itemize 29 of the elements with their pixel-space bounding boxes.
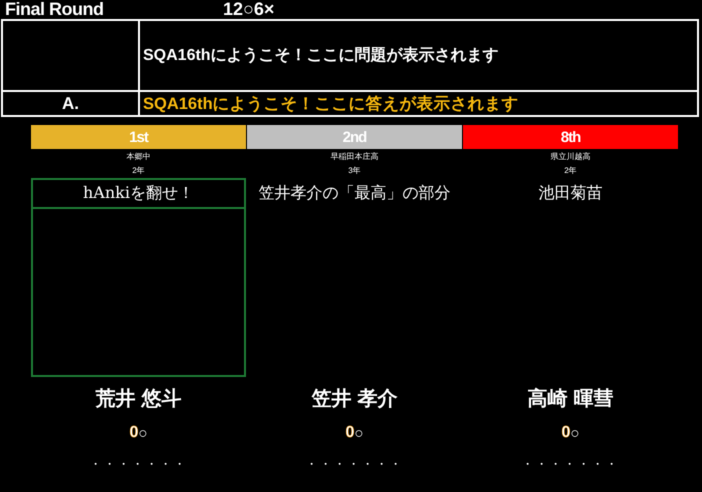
school-text: 早稲田本庄高 (330, 151, 378, 163)
grade-text: 2年 (564, 165, 577, 177)
player-name: 荒井 悠斗 (96, 387, 182, 412)
score-number: 0 (562, 424, 570, 442)
rank-banner: 8th (463, 125, 678, 149)
grade-text: 2年 (132, 165, 145, 177)
rank-banner: 1st (31, 125, 246, 149)
answer-slots: ・・・・・・・ (522, 456, 620, 473)
score-number: 0 (130, 424, 138, 442)
school-text: 本郷中 (126, 151, 150, 163)
answer-slots: ・・・・・・・ (306, 456, 404, 473)
rule-text: 12○6× (223, 0, 274, 20)
nickname-text: hAnkiを翻せ！ (83, 183, 194, 204)
correct-mark: ○ (570, 424, 580, 442)
round-title: Final Round (5, 0, 104, 20)
correct-mark: ○ (138, 424, 148, 442)
nickname-text: 池田菊苗 (538, 183, 602, 204)
answer-label: A. (62, 94, 79, 114)
nickname-text: 笠井孝介の「最高」の部分 (258, 183, 450, 204)
correct-mark: ○ (354, 424, 364, 442)
grade-text: 3年 (348, 165, 361, 177)
school-text: 県立川越高 (550, 151, 590, 163)
rank-banner: 2nd (247, 125, 462, 149)
answer-text: SQA16thにようこそ！ここに答えが表示されます (142, 94, 519, 114)
answer-slots: ・・・・・・・ (90, 456, 188, 473)
question-text: SQA16thにようこそ！ここに問題が表示されます (142, 46, 499, 66)
player-name: 笠井 孝介 (312, 387, 398, 412)
score-number: 0 (346, 424, 354, 442)
player-name: 高崎 暉彗 (528, 386, 614, 412)
